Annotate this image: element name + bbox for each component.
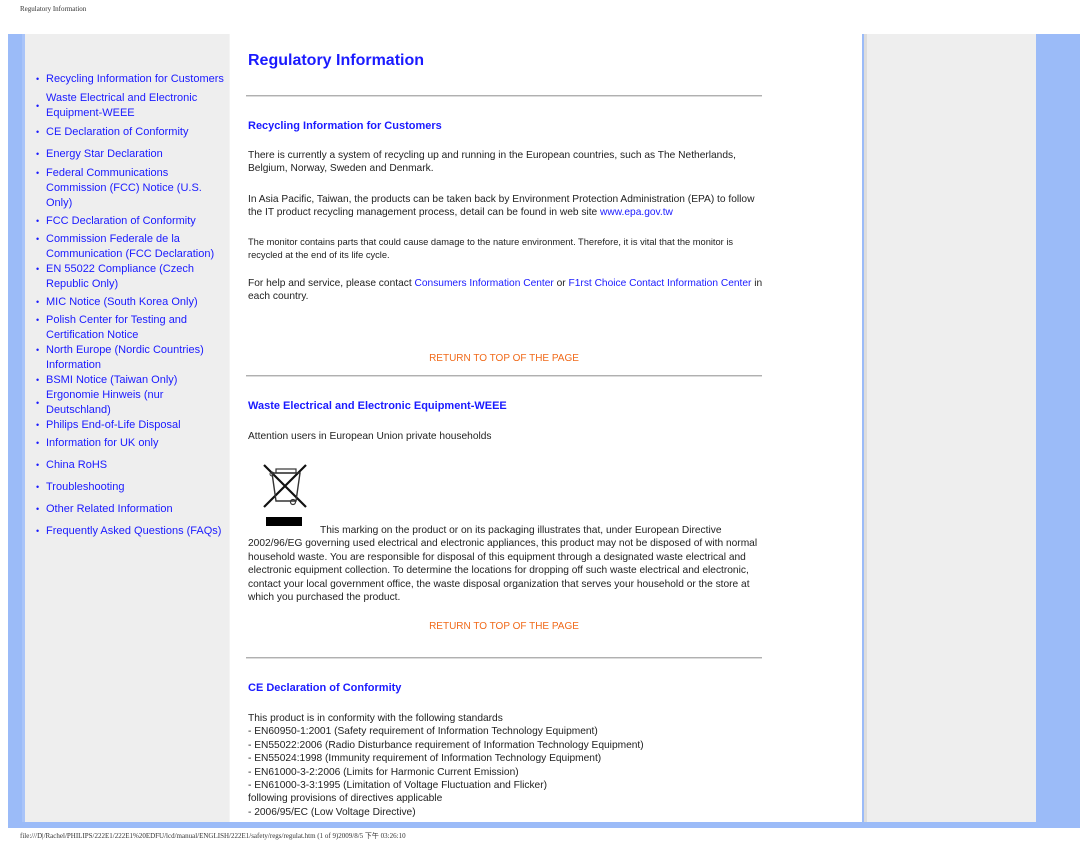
page-title: Regulatory Information	[248, 52, 425, 69]
bullet-icon: •	[36, 460, 40, 470]
bullet-icon: •	[36, 315, 40, 325]
bullet-icon: •	[36, 101, 40, 111]
bullet-icon: •	[36, 504, 40, 514]
bullet-icon: •	[36, 168, 40, 178]
bullet-icon: •	[36, 375, 40, 385]
section-heading-recycling: Recycling Information for Customers	[248, 120, 442, 132]
sidebar-item-commission-federale: • Commission Federale de la Communication…	[30, 232, 228, 262]
recycling-paragraph-2: In Asia Pacific, Taiwan, the products ca…	[248, 193, 764, 220]
ce-content: This product is in conformity with the f…	[248, 712, 764, 819]
ce-standard-item: - EN61000-3-2:2006 (Limits for Harmonic …	[248, 766, 519, 778]
sidebar-link-commission-federale[interactable]: Commission Federale de la Communication …	[46, 233, 214, 260]
ce-standard-item: - EN55022:2006 (Radio Disturbance requir…	[248, 739, 644, 751]
recycling-paragraph-4: For help and service, please contact Con…	[248, 277, 764, 304]
sidebar-link-troubleshooting[interactable]: Troubleshooting	[46, 481, 124, 493]
sidebar-link-ce[interactable]: CE Declaration of Conformity	[46, 126, 188, 138]
return-to-top-link[interactable]: RETURN TO TOP OF THE PAGE	[246, 353, 762, 364]
sidebar-link-fcc-notice[interactable]: Federal Communications Commission (FCC) …	[46, 167, 202, 209]
sidebar-item-mic: • MIC Notice (South Korea Only)	[30, 295, 228, 310]
sidebar-link-end-of-life[interactable]: Philips End-of-Life Disposal	[46, 419, 181, 431]
divider	[246, 375, 762, 377]
weee-attention-text: Attention users in European Union privat…	[248, 431, 492, 442]
bullet-icon: •	[36, 127, 40, 137]
recycling-paragraph-3: The monitor contains parts that could ca…	[248, 237, 734, 260]
divider	[246, 95, 762, 97]
sidebar-item-faqs: • Frequently Asked Questions (FAQs)	[30, 524, 228, 539]
sidebar-link-weee[interactable]: Waste Electrical and Electronic Equipmen…	[46, 92, 197, 119]
epa-website-link[interactable]: www.epa.gov.tw	[600, 207, 673, 218]
sidebar-item-recycling: • Recycling Information for Customers	[30, 72, 228, 87]
bullet-icon: •	[36, 216, 40, 226]
consumers-info-center-link[interactable]: Consumers Information Center	[415, 278, 554, 289]
return-to-top-link[interactable]: RETURN TO TOP OF THE PAGE	[246, 621, 762, 632]
sidebar-item-ce: • CE Declaration of Conformity	[30, 125, 228, 140]
ce-intro: This product is in conformity with the f…	[248, 713, 503, 724]
bullet-icon: •	[36, 264, 40, 274]
ce-directives-intro: following provisions of directives appli…	[248, 793, 443, 805]
bullet-icon: •	[36, 526, 40, 536]
bullet-icon: •	[36, 438, 40, 448]
sidebar-link-en55022[interactable]: EN 55022 Compliance (Czech Republic Only…	[46, 263, 194, 290]
sidebar-link-faqs[interactable]: Frequently Asked Questions (FAQs)	[46, 525, 221, 537]
sidebar-link-polish[interactable]: Polish Center for Testing and Certificat…	[46, 314, 187, 341]
sidebar-link-fcc-declaration[interactable]: FCC Declaration of Conformity	[46, 215, 196, 227]
sidebar-link-recycling[interactable]: Recycling Information for Customers	[46, 73, 224, 85]
section-heading-weee: Waste Electrical and Electronic Equipmen…	[248, 400, 507, 412]
sidebar-link-china-rohs[interactable]: China RoHS	[46, 459, 107, 471]
recycling-paragraph-1: There is currently a system of recycling…	[248, 150, 736, 175]
print-footer-path: file:///D|/Rachel/PHILIPS/222E1/222E1%20…	[20, 832, 406, 840]
bottom-frame-strip	[8, 822, 1080, 828]
sidebar-item-china-rohs: • China RoHS	[30, 458, 228, 473]
sidebar-item-en55022: • EN 55022 Compliance (Czech Republic Onl…	[30, 262, 228, 292]
sidebar-item-ergonomie: • Ergonomie Hinweis (nur Deutschland)	[30, 388, 228, 418]
bullet-icon: •	[36, 345, 40, 355]
section-heading-ce: CE Declaration of Conformity	[248, 682, 402, 694]
sidebar-item-other-info: • Other Related Information	[30, 502, 228, 517]
bullet-icon: •	[36, 297, 40, 307]
sidebar-link-uk[interactable]: Information for UK only	[46, 437, 159, 449]
sidebar-item-weee: • Waste Electrical and Electronic Equipme…	[30, 91, 228, 121]
print-header-title: Regulatory Information	[20, 5, 87, 13]
sidebar-link-other-info[interactable]: Other Related Information	[46, 503, 173, 515]
bullet-icon: •	[36, 398, 40, 408]
bullet-icon: •	[36, 482, 40, 492]
weee-paragraph: This marking on the product or on its pa…	[248, 524, 764, 604]
recycling-paragraph-2-text: In Asia Pacific, Taiwan, the products ca…	[248, 194, 755, 219]
sidebar-item-fcc-declaration: • FCC Declaration of Conformity	[30, 214, 228, 229]
bullet-icon: •	[36, 74, 40, 84]
ce-standard-item: - EN61000-3-3:1995 (Limitation of Voltag…	[248, 780, 547, 792]
ce-standard-item: - EN55024:1998 (Immunity requirement of …	[248, 753, 602, 765]
sidebar-item-fcc-notice: • Federal Communications Commission (FCC)…	[30, 166, 228, 211]
bullet-icon: •	[36, 149, 40, 159]
sidebar-item-end-of-life: • Philips End-of-Life Disposal	[30, 418, 228, 433]
sidebar-item-polish: • Polish Center for Testing and Certifica…	[30, 313, 228, 343]
sidebar-link-nordic[interactable]: North Europe (Nordic Countries) Informat…	[46, 344, 204, 371]
bullet-icon: •	[36, 234, 40, 244]
help-text-mid: or	[553, 278, 569, 289]
weee-paragraph-rest: 2002/96/EG governing used electrical and…	[248, 538, 758, 604]
sidebar-item-uk: • Information for UK only	[30, 436, 228, 451]
first-choice-contact-link[interactable]: F1rst Choice Contact Information Center	[569, 278, 752, 289]
sidebar-link-ergonomie[interactable]: Ergonomie Hinweis (nur Deutschland)	[46, 389, 163, 416]
sidebar-item-bsmi: • BSMI Notice (Taiwan Only)	[30, 373, 228, 388]
weee-paragraph-first: This marking on the product or on its pa…	[320, 525, 722, 536]
sidebar-item-energy-star: • Energy Star Declaration	[30, 147, 228, 162]
sidebar-item-troubleshooting: • Troubleshooting	[30, 480, 228, 495]
help-text-pre: For help and service, please contact	[248, 278, 415, 289]
ce-standard-item: - EN60950-1:2001 (Safety requirement of …	[248, 726, 598, 738]
sidebar-item-nordic: • North Europe (Nordic Countries) Informa…	[30, 343, 228, 373]
right-frame-strip	[1036, 34, 1080, 824]
left-frame-strip	[8, 34, 22, 822]
ce-directive-item: - 2006/95/EC (Low Voltage Directive)	[248, 806, 416, 818]
divider	[246, 657, 762, 659]
sidebar-link-bsmi[interactable]: BSMI Notice (Taiwan Only)	[46, 374, 177, 386]
sidebar-link-energy-star[interactable]: Energy Star Declaration	[46, 148, 163, 160]
sidebar-nav: • Recycling Information for Customers • Wa…	[30, 72, 228, 539]
bullet-icon: •	[36, 420, 40, 430]
right-column	[864, 34, 1041, 822]
sidebar-link-mic[interactable]: MIC Notice (South Korea Only)	[46, 296, 198, 308]
crossed-out-wheelie-bin-icon	[263, 464, 307, 526]
